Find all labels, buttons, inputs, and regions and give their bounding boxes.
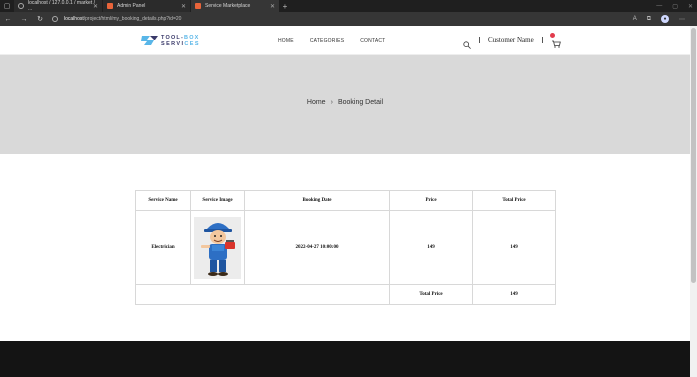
maximize-icon[interactable]: ▢ bbox=[672, 3, 678, 10]
new-tab-button[interactable]: + bbox=[279, 2, 291, 11]
breadcrumb-current: Booking Detail bbox=[337, 99, 384, 106]
cart-icon[interactable] bbox=[549, 33, 561, 48]
header-actions: Customer Name bbox=[463, 33, 561, 49]
service-name-cell: Electrician bbox=[135, 210, 191, 285]
breadcrumb-separator: › bbox=[330, 99, 333, 106]
empty-cell bbox=[135, 284, 390, 305]
breadcrumb: Home › Booking Detail bbox=[0, 99, 690, 106]
logo-word-servi: SERVI bbox=[161, 40, 185, 47]
tab-label: localhost / 127.0.0.1 / market / ... bbox=[28, 0, 95, 12]
scrollbar[interactable] bbox=[690, 26, 697, 377]
breadcrumb-home-link[interactable]: Home bbox=[307, 99, 326, 106]
logo-mark-icon bbox=[141, 34, 159, 47]
site-logo[interactable]: TOOL-BOX SERVICES bbox=[141, 34, 200, 47]
booking-table: Service Name Service Image Booking Date … bbox=[135, 190, 556, 305]
reload-icon[interactable]: ↻ bbox=[32, 15, 48, 23]
site-footer bbox=[0, 341, 690, 377]
total-price-cell: 149 bbox=[472, 210, 556, 285]
table-total-row: Total Price 149 bbox=[135, 284, 556, 305]
minimize-icon[interactable]: — bbox=[656, 3, 662, 9]
table-header-row: Service Name Service Image Booking Date … bbox=[135, 190, 556, 211]
column-header: Service Name bbox=[135, 190, 191, 211]
column-header: Service Image bbox=[190, 190, 245, 211]
logo-text: TOOL-BOX SERVICES bbox=[161, 35, 200, 47]
price-cell: 149 bbox=[389, 210, 473, 285]
logo-word-ces: CES bbox=[184, 40, 200, 47]
close-icon[interactable]: ✕ bbox=[93, 3, 98, 10]
more-icon[interactable]: ⋯ bbox=[679, 16, 685, 23]
customer-name-link[interactable]: Customer Name bbox=[488, 36, 534, 44]
scrollbar-thumb[interactable] bbox=[691, 28, 696, 283]
table-row: Electrician 2022-04-27 10:00:00 149 149 bbox=[135, 210, 556, 285]
browser-tab[interactable]: localhost / 127.0.0.1 / market / ... ✕ bbox=[14, 0, 102, 12]
address-bar-actions: A ⧉ ● ⋯ bbox=[633, 12, 685, 26]
nav-contact[interactable]: CONTACT bbox=[360, 38, 385, 44]
window-controls: — ▢ ✕ bbox=[656, 0, 693, 12]
extensions-icon[interactable]: ⧉ bbox=[647, 16, 651, 23]
browser-tab-active[interactable]: Service Marketplace ✕ bbox=[191, 0, 279, 12]
browser-tab[interactable]: Admin Panel ✕ bbox=[103, 0, 190, 12]
column-header: Total Price bbox=[472, 190, 556, 211]
github-icon bbox=[18, 3, 24, 9]
read-aloud-icon[interactable]: A bbox=[633, 16, 637, 22]
tab-label: Admin Panel bbox=[117, 3, 146, 9]
nav-categories[interactable]: CATEGORIES bbox=[310, 38, 344, 44]
back-icon[interactable]: ← bbox=[0, 16, 16, 23]
booking-date-cell: 2022-04-27 10:00:00 bbox=[244, 210, 390, 285]
divider bbox=[541, 36, 543, 43]
site-header: TOOL-BOX SERVICES HOME CATEGORIES CONTAC… bbox=[0, 26, 690, 55]
url-field[interactable]: localhost/project/html/my_booking_detail… bbox=[52, 16, 181, 22]
close-icon[interactable]: ✕ bbox=[270, 3, 275, 10]
search-icon[interactable] bbox=[463, 36, 471, 49]
profile-avatar[interactable]: ● bbox=[661, 15, 669, 23]
close-icon[interactable]: ✕ bbox=[181, 3, 186, 10]
browser-tab-bar: ▢ localhost / 127.0.0.1 / market / ... ✕… bbox=[0, 0, 697, 12]
nav-home[interactable]: HOME bbox=[278, 38, 294, 44]
orange-square-icon bbox=[195, 3, 201, 9]
tab-label: Service Marketplace bbox=[205, 3, 251, 9]
column-header: Booking Date bbox=[244, 190, 390, 211]
total-label-cell: Total Price bbox=[389, 284, 473, 305]
cart-badge bbox=[549, 33, 555, 38]
electrician-image bbox=[194, 216, 241, 279]
column-header: Price bbox=[389, 190, 473, 211]
page-hero: Home › Booking Detail bbox=[0, 55, 690, 154]
orange-square-icon bbox=[107, 3, 113, 9]
url-host: localhost bbox=[64, 16, 84, 22]
url-path: /project/html/my_booking_details.php?id=… bbox=[83, 16, 182, 22]
address-bar: ← → ↻ localhost/project/html/my_booking_… bbox=[0, 12, 697, 26]
window-menu-icon[interactable]: ▢ bbox=[0, 0, 14, 12]
close-window-icon[interactable]: ✕ bbox=[688, 3, 693, 10]
service-image-cell bbox=[190, 210, 245, 285]
info-icon[interactable] bbox=[52, 16, 58, 22]
total-value-cell: 149 bbox=[472, 284, 556, 305]
divider bbox=[479, 36, 480, 43]
forward-icon[interactable]: → bbox=[16, 16, 32, 23]
main-nav: HOME CATEGORIES CONTACT bbox=[278, 38, 385, 44]
